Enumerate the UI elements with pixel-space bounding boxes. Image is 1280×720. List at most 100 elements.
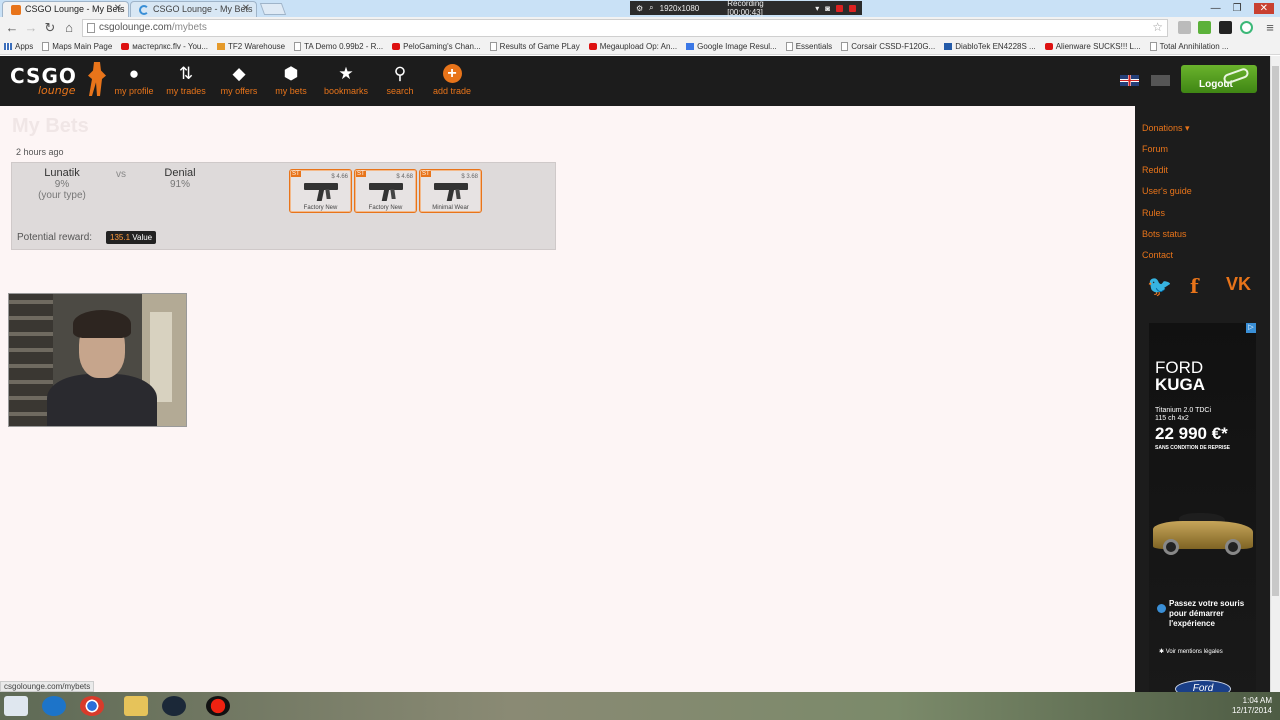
sidebar-link-reddit[interactable]: Reddit — [1142, 165, 1168, 175]
windows-taskbar: 1:04 AM 12/17/2014 — [0, 692, 1280, 720]
file-explorer-icon[interactable] — [124, 696, 148, 716]
page-icon — [489, 42, 497, 51]
recorder-camera-icon[interactable]: ◙ — [825, 4, 830, 13]
bookmark-star-icon[interactable]: ☆ — [1152, 20, 1163, 34]
nav-label: add trade — [432, 86, 472, 96]
csgo-lounge-logo[interactable]: CSGO lounge — [10, 62, 106, 97]
recorder-stop-icon[interactable] — [849, 4, 856, 12]
sidebar-link-rules[interactable]: Rules — [1142, 208, 1165, 218]
bookmark-item[interactable]: Apps — [4, 42, 33, 51]
avatar[interactable] — [1151, 75, 1170, 86]
recorder-pause-icon[interactable] — [836, 4, 844, 12]
logout-button[interactable]: Logout — [1181, 65, 1257, 93]
bookmark-item[interactable]: Alienware SUCKS!!! L... — [1044, 42, 1141, 51]
bet-item[interactable]: ST $ 3.68 Minimal Wear — [419, 169, 482, 213]
home-icon[interactable]: ⌂ — [61, 20, 77, 36]
chrome-menu-icon[interactable]: ≡ — [1262, 20, 1278, 36]
recorder-status: Recording [00:00:43] — [727, 0, 764, 17]
item-price: $ 4.66 — [331, 174, 348, 180]
restore-icon[interactable]: ❐ — [1233, 3, 1242, 14]
bookmark-item[interactable]: PeloGaming's Chan... — [392, 42, 481, 51]
sidebar-link-bots-status[interactable]: Bots status — [1142, 229, 1187, 239]
sync-extension-icon[interactable] — [1240, 21, 1253, 34]
ad-legal-link[interactable]: ✱ Voir mentions légales — [1159, 648, 1223, 655]
extension-icon[interactable] — [1178, 21, 1191, 34]
stattrak-badge: ST — [356, 171, 366, 177]
recorder-zoom-icon[interactable]: ⌕ — [649, 3, 653, 13]
bookmark-item[interactable]: Results of Game PLay — [489, 42, 580, 51]
ford-kuga-ad[interactable]: ▷ FORD KUGA Titanium 2.0 TDCi 115 ch 4x2… — [1149, 323, 1256, 692]
page-scrollbar[interactable] — [1270, 56, 1280, 692]
bookmark-item[interactable]: Total Annihilation ... — [1149, 42, 1229, 51]
mail-extension-icon[interactable] — [1219, 21, 1232, 34]
nav-search[interactable]: ⚲ search — [370, 64, 430, 96]
bookmark-item[interactable]: TA Demo 0.99b2 - R... — [294, 42, 383, 51]
dice-icon: ⬢ — [283, 64, 299, 83]
tab-csgo-lounge-active[interactable]: CSGO Lounge - My Bets ✕ — [2, 1, 129, 17]
address-bar[interactable]: csgolounge.com/mybets ☆ — [82, 19, 1168, 37]
start-button[interactable] — [4, 696, 28, 716]
sidebar-link-users-guide[interactable]: User's guide — [1142, 186, 1192, 196]
site-header: CSGO lounge ● my profile ⇅ my trades ◆ m… — [0, 56, 1270, 106]
nav-my-trades[interactable]: ⇅ my trades — [156, 64, 216, 96]
reload-icon[interactable]: ↻ — [42, 20, 58, 36]
sidebar-link-forum[interactable]: Forum — [1142, 144, 1168, 154]
bookmark-item[interactable]: Google Image Resul... — [686, 42, 777, 51]
window-close-icon[interactable]: ✕ — [1253, 2, 1274, 14]
internet-explorer-icon[interactable] — [42, 696, 66, 716]
bookmark-item[interactable]: TF2 Warehouse — [217, 42, 285, 51]
csgo-favicon-icon — [11, 5, 21, 15]
team-1-note: (your type) — [38, 190, 86, 201]
nav-add-trade[interactable]: + add trade — [422, 64, 482, 96]
bookmark-item[interactable]: DiabloTek EN4228S ... — [944, 42, 1036, 51]
vk-icon[interactable]: VK — [1226, 274, 1251, 295]
recorder-resolution: 1920x1080 — [659, 3, 700, 13]
adchoices-icon[interactable]: ▷ — [1246, 323, 1256, 333]
page-icon — [42, 42, 50, 51]
recorder-gear-icon[interactable]: ⚙ — [636, 4, 643, 13]
steam-icon[interactable] — [162, 696, 186, 716]
bookmark-item[interactable]: мастерлкс.flv - You... — [121, 42, 208, 51]
tab-title: CSGO Lounge - My Bets — [25, 4, 125, 14]
bookmark-item[interactable]: Maps Main Page — [42, 42, 112, 51]
new-tab-button[interactable] — [259, 3, 287, 15]
minimize-icon[interactable]: — — [1211, 3, 1221, 14]
chrome-icon[interactable] — [80, 696, 104, 716]
page-icon — [1149, 42, 1157, 51]
browser-tabstrip: CSGO Lounge - My Bets ✕ CSGO Lounge - My… — [0, 0, 1280, 17]
ad-cta[interactable]: Passez votre souris pour démarrer l'expé… — [1169, 599, 1256, 629]
bet-item[interactable]: ST $ 4.66 Factory New — [289, 169, 352, 213]
apps-grid-icon — [4, 43, 12, 50]
window-controls: — ❐ ✕ — [1211, 0, 1274, 16]
facebook-icon[interactable]: f — [1190, 274, 1199, 298]
potential-reward-label: Potential reward: — [17, 232, 93, 243]
tab-csgo-lounge-loading[interactable]: CSGO Lounge - My Bets ✕ — [130, 1, 257, 17]
forward-arrow-icon[interactable]: → — [23, 20, 39, 36]
recorder-dropdown-icon[interactable]: ▾ — [815, 4, 819, 13]
sidebar-link-donations[interactable]: Donations ▾ — [1142, 123, 1190, 134]
bookmark-item[interactable]: Essentials — [785, 42, 832, 51]
sidebar-link-contact[interactable]: Contact — [1142, 250, 1173, 260]
tab-close-icon[interactable]: ✕ — [114, 3, 122, 14]
bet-item[interactable]: ST $ 4.68 Factory New — [354, 169, 417, 213]
nav-bookmarks[interactable]: ★ bookmarks — [316, 64, 376, 96]
bet-card[interactable]: Lunatik 9% (your type) vs Denial 91% ST … — [11, 162, 556, 250]
tab-close-icon[interactable]: ✕ — [242, 3, 250, 14]
bookmark-item[interactable]: Corsair CSSD-F120G... — [841, 42, 935, 51]
browser-toolbar: ← → ↻ ⌂ csgolounge.com/mybets ☆ ≡ — [0, 17, 1280, 39]
recorder-app-icon[interactable] — [206, 696, 230, 716]
nav-my-offers[interactable]: ◆ my offers — [209, 64, 269, 96]
nav-my-bets[interactable]: ⬢ my bets — [261, 64, 321, 96]
nav-my-profile[interactable]: ● my profile — [104, 64, 164, 96]
nav-label: my trades — [166, 86, 206, 96]
back-arrow-icon[interactable]: ← — [4, 20, 20, 36]
bookmark-item[interactable]: Megaupload Op: An... — [588, 42, 677, 51]
ford-logo: Ford — [1175, 680, 1231, 692]
ad-price: 22 990 €* — [1155, 424, 1228, 443]
uk-flag-icon[interactable] — [1120, 75, 1139, 86]
twitter-icon[interactable]: 🐦 — [1147, 274, 1172, 299]
evernote-extension-icon[interactable] — [1198, 21, 1211, 34]
scrollbar-thumb[interactable] — [1272, 66, 1279, 596]
team-1-name: Lunatik — [44, 167, 80, 179]
system-tray-clock[interactable]: 1:04 AM 12/17/2014 — [1232, 696, 1272, 716]
